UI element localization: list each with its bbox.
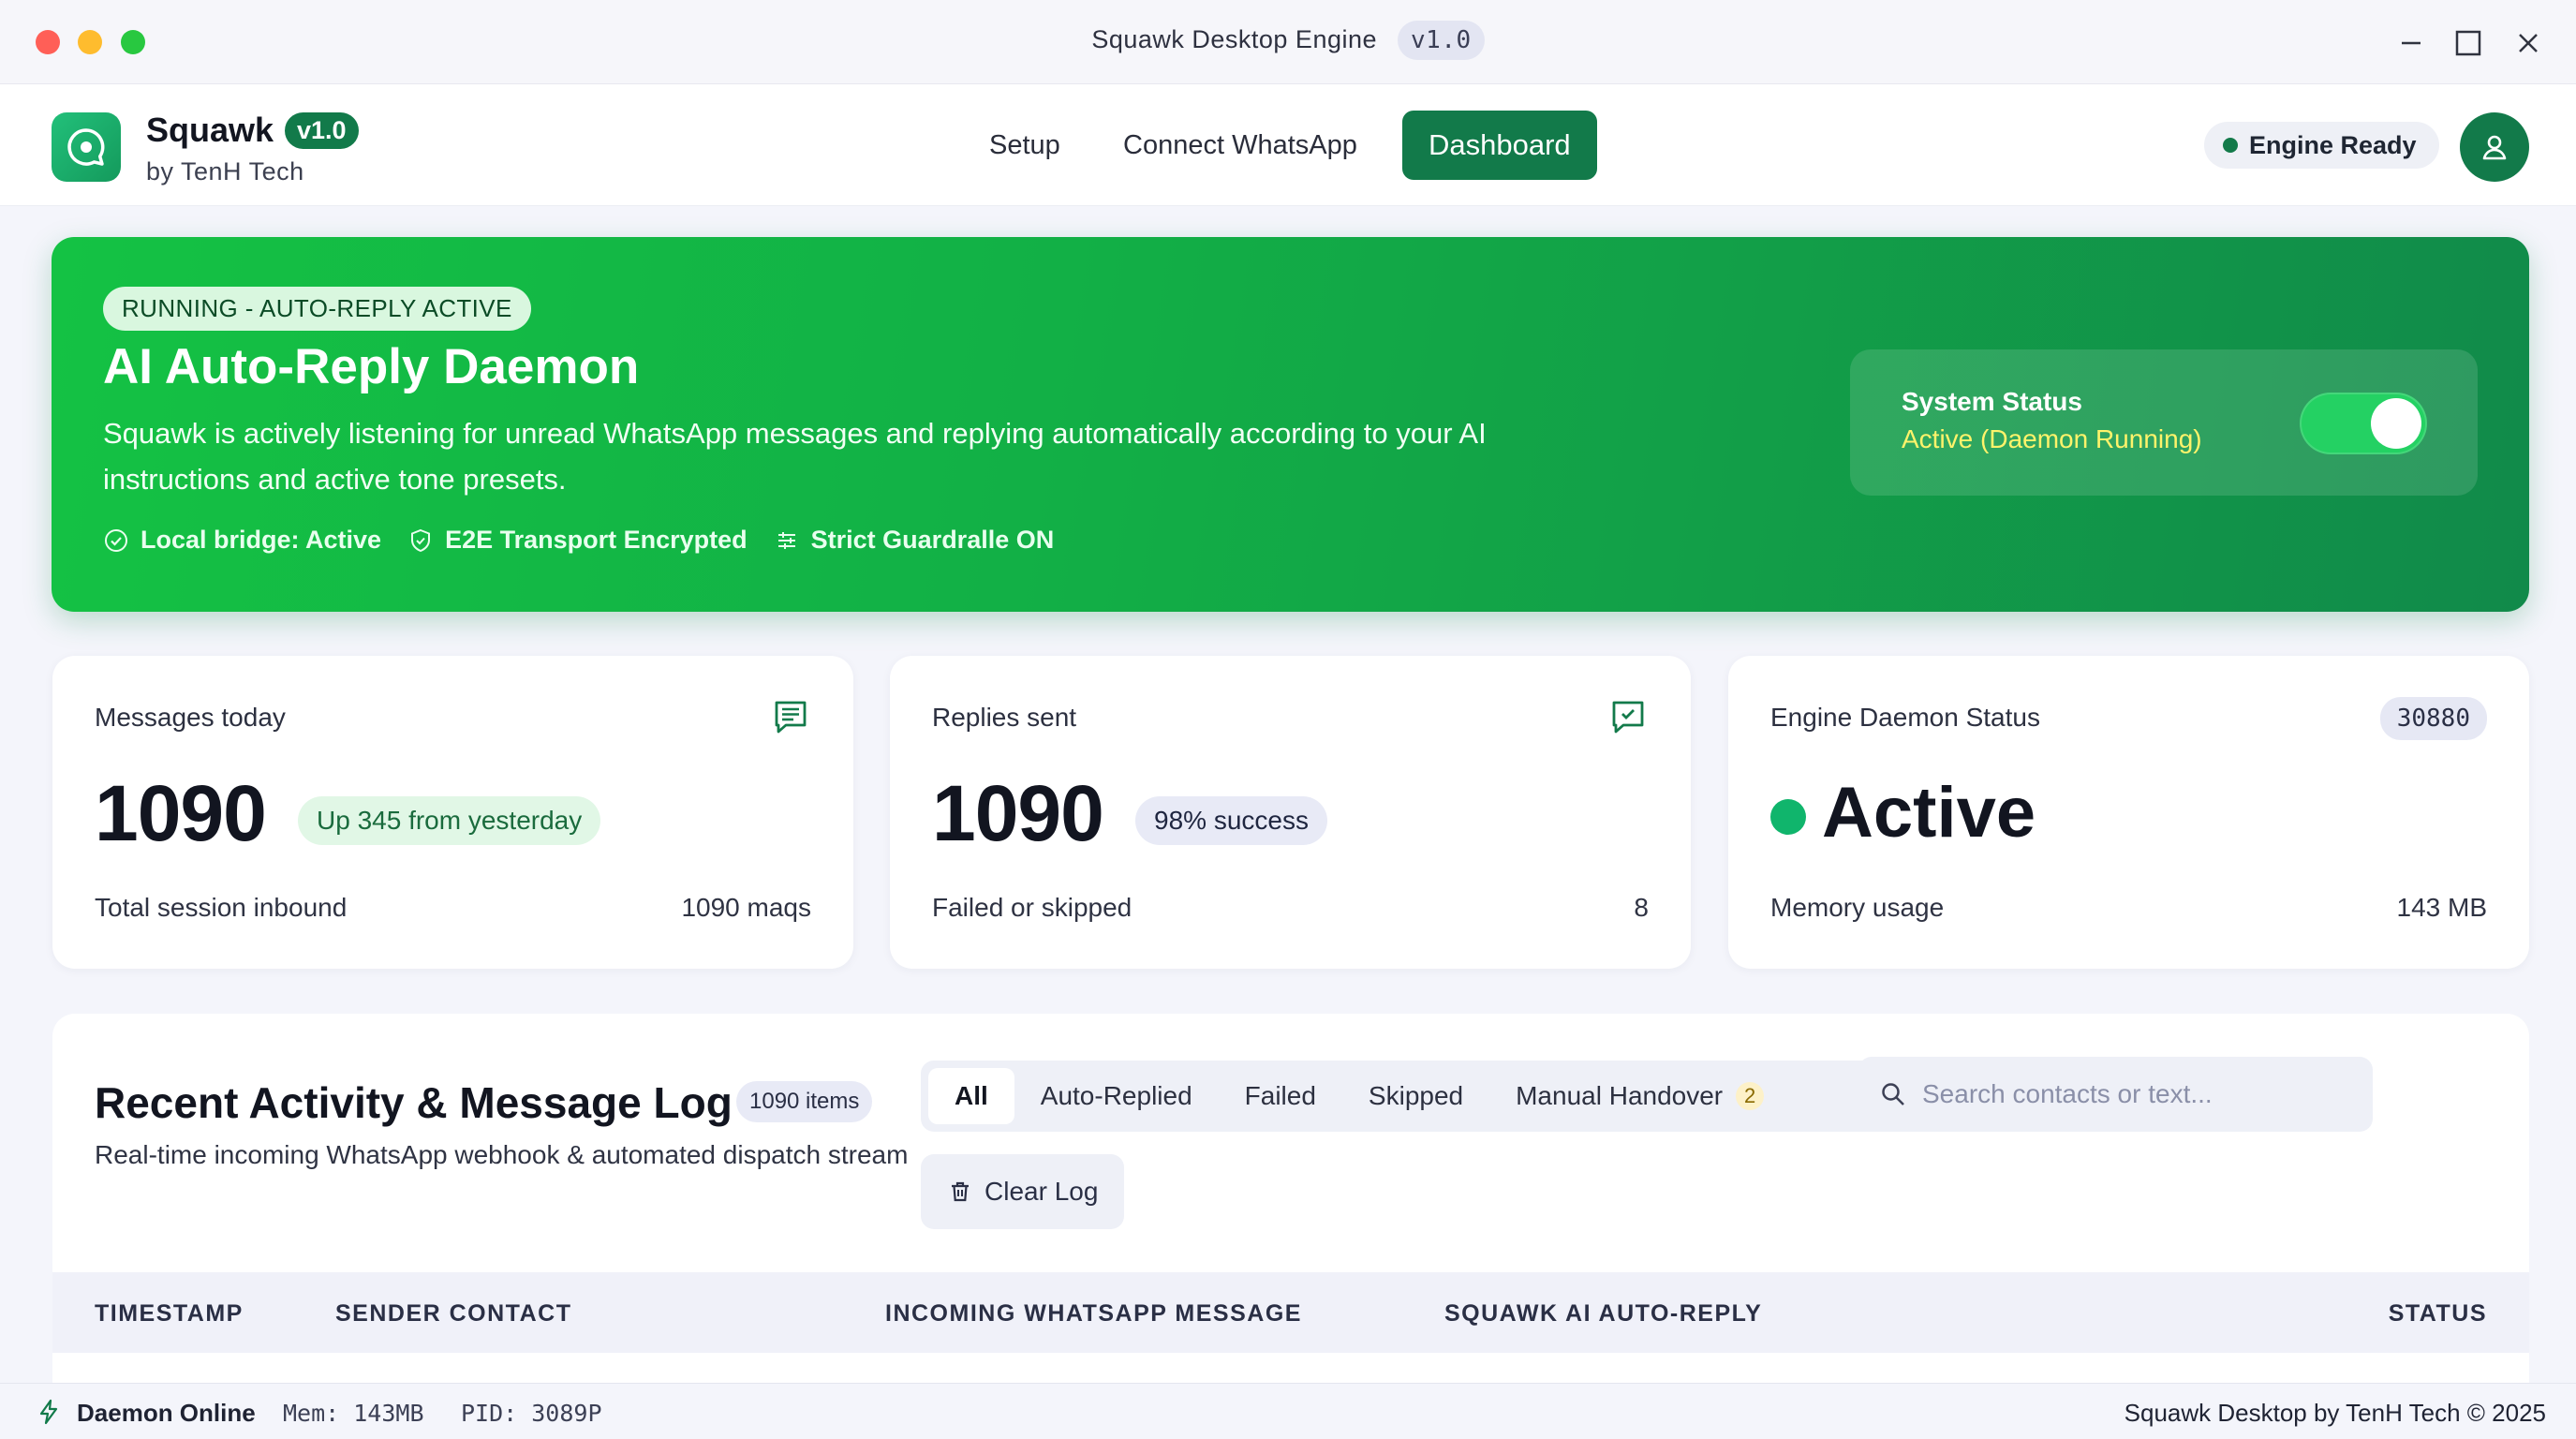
nav-dashboard[interactable]: Dashboard — [1402, 111, 1597, 180]
trash-icon — [952, 1181, 969, 1202]
engine-state: Active — [1822, 773, 2036, 853]
hero-tag-label: Strict Guardralle ON — [810, 526, 1055, 554]
user-icon — [2482, 135, 2507, 160]
nav-setup[interactable]: Setup — [989, 111, 1060, 180]
card-foot-value: 1090 maqs — [681, 893, 811, 922]
hero-tag-label: E2E Transport Encrypted — [445, 526, 748, 554]
engine-status-text: Engine Ready — [2249, 130, 2417, 159]
activity-subtitle: Real-time incoming WhatsApp webhook & au… — [95, 1140, 909, 1169]
activity-log-panel: Recent Activity & Message Log 1090 items… — [52, 1014, 2529, 1407]
status-bar: Daemon Online Mem: 143MB PID: 3089P Squa… — [0, 1383, 2576, 1439]
search-input[interactable] — [1922, 1079, 2353, 1109]
nav-connect-whatsapp[interactable]: Connect WhatsApp — [1123, 111, 1357, 180]
col-sender[interactable]: SENDER CONTACT — [335, 1300, 571, 1328]
replies-sent-card: Replies sent 1090 98% success Failed or … — [890, 656, 1691, 969]
brand-name: Squawk — [146, 111, 274, 149]
pid-readout: PID: 3089P — [461, 1400, 602, 1427]
hero-tag-local-bridge: Local bridge: Active — [103, 526, 381, 555]
engine-status-badge: Engine Ready — [2204, 122, 2439, 169]
status-dot — [2223, 138, 2238, 153]
activity-count-badge: 1090 items — [736, 1081, 873, 1122]
col-incoming[interactable]: INCOMING WHATSAPP MESSAGE — [885, 1300, 1302, 1328]
filter-tabs: All Auto-Replied Failed Skipped Manual H… — [921, 1061, 1888, 1132]
brand-subtitle: by TenH Tech — [146, 157, 304, 185]
filter-label: Manual Handover — [1516, 1081, 1724, 1110]
hero-description: Squawk is actively listening for unread … — [103, 417, 1487, 496]
hero-tag-guardrail: Strict Guardralle ON — [774, 526, 1055, 555]
active-status-dot — [1770, 799, 1806, 835]
card-label: Replies sent — [932, 703, 1077, 732]
card-label: Messages today — [95, 703, 286, 732]
brand-version-badge: v1.0 — [285, 112, 359, 149]
messages-today-card: Messages today 1090 Up 345 from yesterda… — [52, 656, 853, 969]
filter-auto-replied[interactable]: Auto-Replied — [1014, 1068, 1219, 1124]
daemon-id-badge: 30880 — [2379, 697, 2487, 740]
daemon-hero-banner: RUNNING - AUTO-REPLY ACTIVE AI Auto-Repl… — [52, 237, 2529, 612]
clear-log-button[interactable]: Clear Log — [921, 1154, 1125, 1229]
shield-icon — [411, 528, 431, 552]
replies-success-chip: 98% success — [1135, 796, 1327, 845]
app-logo — [52, 112, 121, 182]
clear-log-label: Clear Log — [985, 1177, 1099, 1206]
memory-readout: Mem: 143MB — [283, 1400, 424, 1427]
app-header: Squawk v1.0 by TenH Tech Setup Connect W… — [0, 84, 2576, 206]
sliders-icon — [777, 531, 795, 549]
window-title-text: Squawk Desktop Engine — [1091, 25, 1378, 53]
card-label: Engine Daemon Status — [1770, 703, 2040, 732]
chat-bubble-logo-icon — [67, 128, 105, 166]
daemon-online-text: Daemon Online — [77, 1399, 256, 1427]
daemon-toggle[interactable] — [2300, 393, 2427, 454]
filter-manual-handover[interactable]: Manual Handover 2 — [1489, 1068, 1790, 1124]
messages-count: 1090 — [95, 769, 267, 857]
search-icon — [1882, 1083, 1904, 1105]
lightning-icon — [39, 1399, 58, 1425]
hero-tags: Local bridge: Active E2E Transport Encry… — [103, 526, 1054, 555]
col-auto-reply[interactable]: SQUAWK AI AUTO-REPLY — [1444, 1300, 1762, 1328]
user-avatar-button[interactable] — [2460, 112, 2529, 182]
hero-tag-encryption: E2E Transport Encrypted — [407, 526, 748, 555]
filter-failed[interactable]: Failed — [1219, 1068, 1342, 1124]
replies-count: 1090 — [932, 769, 1104, 857]
check-circle-icon — [105, 528, 127, 552]
window-title: Squawk Desktop Engine v1.0 — [0, 21, 2576, 60]
hero-tag-label: Local bridge: Active — [141, 526, 382, 554]
card-foot-value: 143 MB — [2396, 893, 2488, 922]
toggle-knob — [2371, 398, 2421, 449]
filter-all[interactable]: All — [928, 1068, 1014, 1124]
messages-trend-chip: Up 345 from yesterday — [298, 796, 601, 845]
system-status-card: System Status Active (Daemon Running) — [1850, 349, 2478, 496]
reply-check-icon — [1612, 701, 1644, 734]
footer-copyright: Squawk Desktop by TenH Tech © 2025 — [2124, 1399, 2546, 1427]
table-header: TIMESTAMP SENDER CONTACT INCOMING WHATSA… — [52, 1272, 2529, 1353]
system-status-value: Active (Daemon Running) — [1902, 424, 2202, 453]
message-lines-icon — [775, 701, 807, 734]
card-foot-label: Total session inbound — [95, 893, 348, 922]
search-box[interactable] — [1858, 1057, 2373, 1132]
system-status-label: System Status — [1902, 387, 2082, 416]
engine-daemon-card: Engine Daemon Status 30880 Active Memory… — [1728, 656, 2529, 969]
activity-title: Recent Activity & Message Log — [95, 1078, 733, 1127]
minimize-icon[interactable] — [2393, 24, 2431, 62]
handover-count-badge: 2 — [1736, 1082, 1765, 1110]
window-titlebar: Squawk Desktop Engine v1.0 — [0, 0, 2576, 84]
col-timestamp[interactable]: TIMESTAMP — [95, 1300, 244, 1328]
card-foot-value: 8 — [1634, 893, 1649, 922]
window-version-badge: v1.0 — [1398, 21, 1485, 60]
card-foot-label: Failed or skipped — [932, 893, 1133, 922]
card-foot-label: Memory usage — [1770, 893, 1945, 922]
maximize-icon[interactable] — [2450, 24, 2487, 62]
close-icon[interactable] — [2509, 24, 2547, 62]
filter-skipped[interactable]: Skipped — [1342, 1068, 1489, 1124]
col-status[interactable]: STATUS — [2389, 1300, 2487, 1328]
running-status-pill: RUNNING - AUTO-REPLY ACTIVE — [103, 287, 531, 331]
hero-title: AI Auto-Reply Daemon — [103, 339, 640, 394]
